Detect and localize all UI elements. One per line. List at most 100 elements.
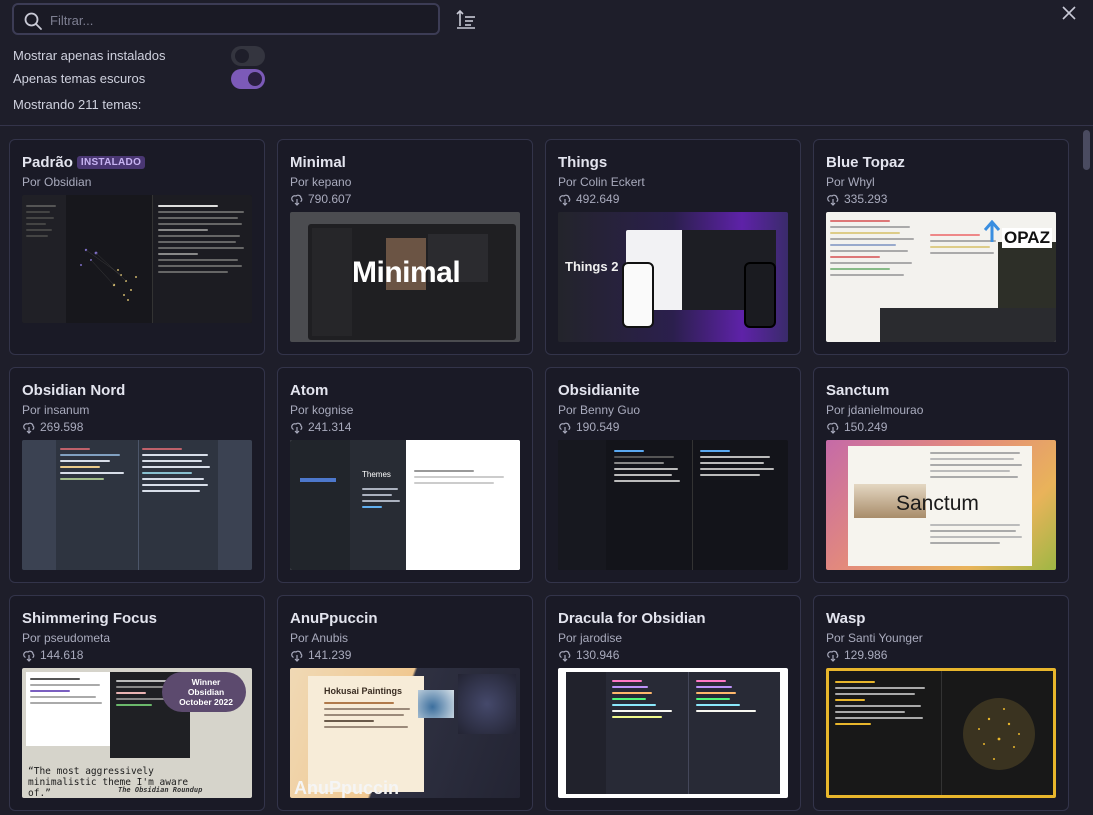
theme-author: Por Santi Younger xyxy=(826,631,923,645)
theme-card[interactable]: Sanctum Por jdanielmourao 150.249 Sanctu… xyxy=(813,367,1069,583)
theme-title: Obsidian Nord xyxy=(22,382,126,399)
theme-card[interactable]: Atom Por kognise 241.314 Themes xyxy=(277,367,533,583)
theme-author: Por jarodise xyxy=(558,631,623,645)
download-icon xyxy=(559,194,571,206)
theme-preview: Sanctum xyxy=(826,440,1056,570)
theme-author: Por kognise xyxy=(290,403,354,417)
installed-only-label: Mostrar apenas instalados xyxy=(13,48,166,63)
installed-badge: INSTALADO xyxy=(76,156,146,169)
theme-title: AnuPpuccin xyxy=(290,610,378,627)
theme-preview: Minimal xyxy=(290,212,520,342)
download-count: 150.249 xyxy=(826,420,887,434)
download-icon xyxy=(559,650,571,662)
download-count: 492.649 xyxy=(558,192,619,206)
sort-icon[interactable] xyxy=(454,8,478,30)
download-value: 141.239 xyxy=(308,648,352,662)
close-icon[interactable] xyxy=(1058,2,1080,24)
theme-card[interactable]: Obsidianite Por Benny Guo 190.549 xyxy=(545,367,801,583)
download-icon xyxy=(291,194,303,206)
theme-card[interactable]: Obsidian Nord Por insanum 269.598 xyxy=(9,367,265,583)
theme-preview: Winner Obsidian October 2022 “The most a… xyxy=(22,668,252,798)
theme-preview: Themes xyxy=(290,440,520,570)
theme-grid: Padrão INSTALADO Por Obsidian Minimal Por… xyxy=(0,127,1093,815)
theme-author: Por Whyl xyxy=(826,175,875,189)
theme-card[interactable]: Blue Topaz Por Whyl 335.293 OPAZ xyxy=(813,139,1069,355)
search-icon xyxy=(24,12,42,30)
theme-card[interactable]: Padrão INSTALADO Por Obsidian xyxy=(9,139,265,355)
award-badge: Winner Obsidian October 2022 xyxy=(179,677,233,707)
theme-card[interactable]: Things Por Colin Eckert 492.649 Things 2 xyxy=(545,139,801,355)
download-icon xyxy=(23,650,35,662)
toggle-knob xyxy=(248,72,262,86)
theme-card[interactable]: Shimmering Focus Por pseudometa 144.618 … xyxy=(9,595,265,811)
download-value: 790.607 xyxy=(308,192,352,206)
dark-only-row: Apenas temas escuros xyxy=(13,68,273,90)
dark-only-label: Apenas temas escuros xyxy=(13,71,146,86)
download-count: 790.607 xyxy=(290,192,351,206)
theme-card[interactable]: Dracula for Obsidian Por jarodise 130.94… xyxy=(545,595,801,811)
installed-only-row: Mostrar apenas instalados xyxy=(13,45,273,67)
download-icon xyxy=(827,194,839,206)
download-value: 129.986 xyxy=(844,648,888,662)
search-box[interactable] xyxy=(12,3,440,35)
scrollbar-thumb[interactable] xyxy=(1083,130,1090,170)
theme-card[interactable]: Wasp Por Santi Younger 129.986 xyxy=(813,595,1069,811)
download-icon xyxy=(291,422,303,434)
download-count: 241.314 xyxy=(290,420,351,434)
download-count: 269.598 xyxy=(22,420,83,434)
theme-name: Padrão xyxy=(22,154,73,171)
theme-preview xyxy=(558,440,788,570)
download-count: 335.293 xyxy=(826,192,887,206)
preview-heading: Hokusai Paintings xyxy=(324,686,403,696)
theme-author: Por Obsidian xyxy=(22,175,92,189)
toggle-knob xyxy=(235,49,249,63)
theme-author: Por Benny Guo xyxy=(558,403,641,417)
theme-preview xyxy=(22,195,252,323)
theme-title: Wasp xyxy=(826,610,866,627)
theme-author: Por Anubis xyxy=(290,631,349,645)
header-panel: Mostrar apenas instalados Apenas temas e… xyxy=(0,0,1093,126)
download-count: 130.946 xyxy=(558,648,619,662)
download-value: 241.314 xyxy=(308,420,352,434)
download-value: 492.649 xyxy=(576,192,620,206)
search-input[interactable] xyxy=(50,7,430,33)
theme-count: Mostrando 211 temas: xyxy=(13,97,142,112)
download-count: 141.239 xyxy=(290,648,351,662)
preview-source: The Obsidian Roundup xyxy=(118,786,203,794)
theme-title: Obsidianite xyxy=(558,382,640,399)
theme-card[interactable]: Minimal Por kepano 790.607 Minimal xyxy=(277,139,533,355)
theme-title: Minimal xyxy=(290,154,346,171)
theme-preview xyxy=(558,668,788,798)
theme-preview xyxy=(22,440,252,570)
preview-caption: Themes xyxy=(362,470,391,479)
download-value: 335.293 xyxy=(844,192,888,206)
theme-card[interactable]: AnuPpuccin Por Anubis 141.239 Hokusai Pa… xyxy=(277,595,533,811)
theme-title: Shimmering Focus xyxy=(22,610,158,627)
preview-caption: Minimal xyxy=(352,256,461,289)
theme-title: Blue Topaz xyxy=(826,154,905,171)
preview-caption: Things 2 xyxy=(565,259,619,274)
download-value: 130.946 xyxy=(576,648,620,662)
dark-only-toggle[interactable] xyxy=(231,69,265,89)
download-icon xyxy=(827,650,839,662)
download-icon xyxy=(23,422,35,434)
theme-title: Dracula for Obsidian xyxy=(558,610,706,627)
download-value: 150.249 xyxy=(844,420,888,434)
theme-author: Por Colin Eckert xyxy=(558,175,645,189)
theme-title: Sanctum xyxy=(826,382,890,399)
download-value: 269.598 xyxy=(40,420,84,434)
download-icon xyxy=(291,650,303,662)
theme-preview: Hokusai Paintings AnuPpuccin xyxy=(290,668,520,798)
theme-title: Atom xyxy=(290,382,329,399)
theme-author: Por insanum xyxy=(22,403,90,417)
installed-only-toggle[interactable] xyxy=(231,46,265,66)
theme-title: Padrão INSTALADO xyxy=(22,154,146,171)
theme-preview: OPAZ xyxy=(826,212,1056,342)
theme-author: Por jdanielmourao xyxy=(826,403,924,417)
theme-preview: Things 2 xyxy=(558,212,788,342)
theme-author: Por pseudometa xyxy=(22,631,111,645)
theme-preview xyxy=(826,668,1056,798)
preview-caption: AnuPpuccin xyxy=(294,778,400,798)
download-count: 129.986 xyxy=(826,648,887,662)
theme-title: Things xyxy=(558,154,608,171)
